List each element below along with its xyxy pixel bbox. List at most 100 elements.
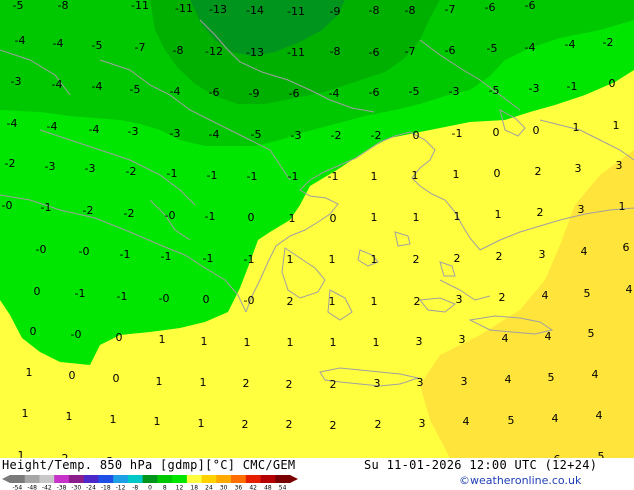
temperature-label: 1 <box>289 212 296 225</box>
credit-link[interactable]: ©weatheronline.co.uk <box>459 474 581 487</box>
colorbar-swatch <box>186 475 203 483</box>
colorbar-tick-label: 18 <box>190 485 198 490</box>
temperature-label: -7 <box>135 41 146 54</box>
temperature-label: 3 <box>417 376 424 389</box>
colorbar-tick-label: 48 <box>264 485 272 490</box>
temperature-label: -4 <box>7 117 18 130</box>
colorbar-tick-label: 8 <box>163 485 167 490</box>
temperature-label: -1 <box>120 248 131 261</box>
temperature-label: -1 <box>41 201 52 214</box>
temperature-label: 5 <box>584 287 591 300</box>
temperature-label: -4 <box>15 34 26 47</box>
temperature-label: -1 <box>75 287 86 300</box>
temperature-label: -0 <box>244 294 255 307</box>
temperature-label: -2 <box>83 204 94 217</box>
colorbar-tick-label: -8 <box>132 485 138 490</box>
temperature-label: -6 <box>209 86 220 99</box>
temperature-label: -0 <box>36 243 47 256</box>
colorbar-swatch <box>201 475 217 483</box>
temperature-label: -5 <box>487 42 498 55</box>
temperature-label: 2 <box>330 378 337 391</box>
colorbar-swatch <box>231 475 247 483</box>
temperature-label: 3 <box>578 203 585 216</box>
temperature-label: 3 <box>616 159 623 172</box>
temperature-label: 1 <box>573 121 580 134</box>
temperature-label: 3 <box>374 377 381 390</box>
colorbar-swatch <box>157 475 173 483</box>
temperature-label: 2 <box>286 378 293 391</box>
temperature-label: 3 <box>459 333 466 346</box>
colorbar-tick-label: -12 <box>116 485 126 490</box>
temperature-label: -9 <box>249 87 260 100</box>
colorbar-swatch <box>68 475 85 483</box>
temperature-label: -4 <box>170 85 181 98</box>
temperature-label: -0 <box>71 328 82 341</box>
colorbar-tick-label: -18 <box>101 485 111 490</box>
colorbar-tick-label: -54 <box>12 485 22 490</box>
temperature-label: 2 <box>499 291 506 304</box>
temperature-label: 1 <box>412 169 419 182</box>
colorbar-tick-label: -24 <box>86 485 96 490</box>
temperature-label: -8 <box>405 4 416 17</box>
temperature-label: 0 <box>113 372 120 385</box>
temperature-label: 0 <box>34 285 41 298</box>
temperature-label: 4 <box>542 289 549 302</box>
temperature-label: 2 <box>286 418 293 431</box>
temperature-label: -5 <box>13 0 24 12</box>
temperature-label: -12 <box>205 45 223 58</box>
temperature-label: 3 <box>461 375 468 388</box>
temperature-label: 4 <box>502 332 509 345</box>
temperature-label: 3 <box>539 248 546 261</box>
temperature-label: 1 <box>371 170 378 183</box>
colorbar-swatch <box>83 475 99 483</box>
temperature-label: -1 <box>207 169 218 182</box>
map-datetime: Su 11-01-2026 12:00 UTC (12+24) <box>364 458 598 472</box>
temperature-label: -13 <box>246 46 264 59</box>
temperature-label: -3 <box>128 125 139 138</box>
temperature-label: -0 <box>2 199 13 212</box>
temperature-label: -7 <box>445 3 456 16</box>
colorbar-tick-label: 36 <box>235 485 243 490</box>
temperature-label: -11 <box>131 0 149 12</box>
temperature-label: -6 <box>485 1 496 14</box>
colorbar-arrow-left <box>2 475 10 483</box>
temperature-label: -4 <box>565 38 576 51</box>
temperature-map: -5 -8 -11 -11 -13 -14 -11 -9 -8 -8 -7 -6 -6 -4 -4 -5 -7-… <box>0 0 634 458</box>
temperature-label: 1 <box>613 119 620 132</box>
temperature-label: 1 <box>26 366 33 379</box>
temperature-label: 0 <box>116 331 123 344</box>
temperature-label: 3 <box>416 335 423 348</box>
temperature-label: 3 <box>575 162 582 175</box>
temperature-label: 2 <box>496 250 503 263</box>
temperature-label: 3 <box>419 417 426 430</box>
temperature-label: 2 <box>537 206 544 219</box>
temperature-label: -3 <box>45 160 56 173</box>
temperature-label: 0 <box>203 293 210 306</box>
temperature-label: 1 <box>154 415 161 428</box>
temperature-label: -1 <box>452 127 463 140</box>
temperature-label: -0 <box>165 209 176 222</box>
colorbar-tick-label: -38 <box>57 485 67 490</box>
colorbar-tick-label: 0 <box>148 485 152 490</box>
temperature-label: 1 <box>287 336 294 349</box>
temperature-label: -4 <box>89 123 100 136</box>
colorbar-swatch <box>98 475 114 483</box>
temperature-label: -6 <box>369 86 380 99</box>
temperature-label: 5 <box>588 327 595 340</box>
temperature-label: 3 <box>456 293 463 306</box>
temperature-label: -1 <box>244 253 255 266</box>
temperature-label: -3 <box>11 75 22 88</box>
colorbar-swatch <box>142 475 158 483</box>
temperature-label: 2 <box>375 418 382 431</box>
colorbar-swatch <box>172 475 188 483</box>
temperature-label: -4 <box>92 80 103 93</box>
temperature-label: 5 <box>548 371 555 384</box>
temperature-label: 1 <box>156 375 163 388</box>
temperature-label: -8 <box>369 4 380 17</box>
temperature-label: -1 <box>328 170 339 183</box>
map-title: Height/Temp. 850 hPa [gdmp][°C] CMC/GEM <box>2 458 296 472</box>
temperature-label: 1 <box>198 417 205 430</box>
temperature-label: 1 <box>200 376 207 389</box>
temperature-label: 5 <box>598 450 605 458</box>
temperature-label: -8 <box>330 45 341 58</box>
